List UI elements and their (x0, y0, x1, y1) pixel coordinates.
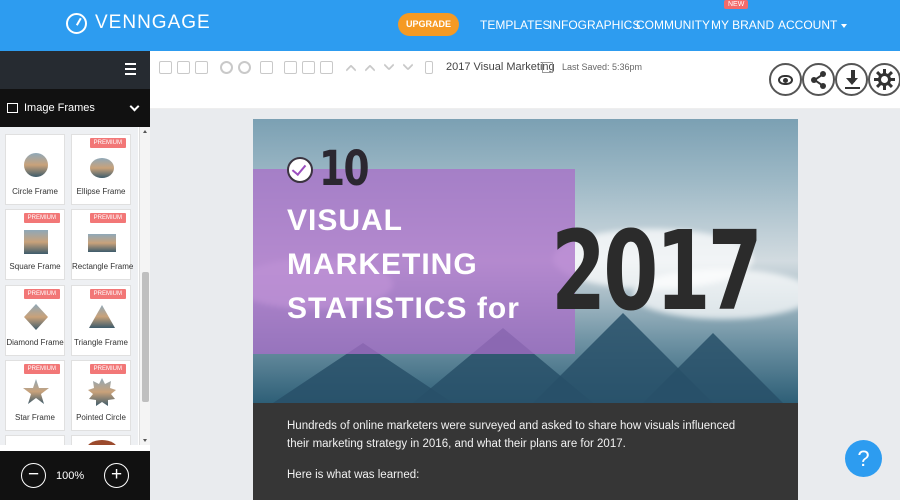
tile-label: Square Frame (9, 262, 61, 271)
checkmark-icon (291, 160, 307, 177)
zoom-in-button[interactable]: + (104, 463, 129, 488)
bring-to-front-icon[interactable] (345, 64, 357, 76)
bring-forward-icon[interactable] (364, 64, 376, 76)
tile-label: Rectangle Frame (72, 262, 134, 271)
image-frame-icon (7, 103, 18, 113)
copy-icon[interactable] (320, 61, 333, 74)
image-icon[interactable] (195, 61, 208, 74)
chevron-down-icon[interactable] (129, 101, 140, 111)
tile-partial[interactable] (5, 435, 65, 445)
scrollbar-thumb[interactable] (142, 272, 149, 402)
lock-icon[interactable] (284, 61, 297, 74)
tile-partial[interactable] (71, 435, 131, 445)
sidebar-scrollbar[interactable] (139, 127, 150, 445)
year-text[interactable]: 2017 (551, 207, 763, 335)
rename-icon[interactable] (542, 62, 553, 73)
logo-text: VENNGAGE (95, 12, 211, 33)
triangle-frame-thumbnail (89, 305, 115, 328)
editor-toolbar: 2017 Visual Marketing Last Saved: 5:36pm (150, 51, 900, 109)
headline-line: MARKETING (287, 248, 478, 281)
new-badge: NEW (724, 0, 749, 9)
tile-square-frame[interactable]: PREMIUM Square Frame (5, 209, 65, 280)
image-frames-panel-header[interactable]: Image Frames (0, 89, 150, 127)
preview-button[interactable] (769, 63, 802, 96)
tile-rectangle-frame[interactable]: PREMIUM Rectangle Frame (71, 209, 134, 280)
hamburger-menu-icon[interactable] (125, 63, 136, 75)
tile-label: Diamond Frame (6, 338, 64, 347)
edit-icon[interactable] (302, 61, 315, 74)
zoom-controls: − 100% + (0, 451, 150, 500)
frame-tile-grid: Circle Frame PREMIUM Ellipse Frame PREMI… (0, 127, 138, 445)
stat-count[interactable]: 10 (319, 141, 370, 197)
venngage-logo[interactable]: VENNGAGE (66, 12, 211, 34)
crop-icon[interactable] (260, 61, 273, 74)
eye-icon (778, 75, 793, 85)
partial-thumbnail (88, 440, 116, 445)
nav-templates[interactable]: TEMPLATES (480, 18, 550, 32)
tile-label: Pointed Circle (76, 413, 126, 422)
intro-text-block[interactable]: Hundreds of online marketers were survey… (253, 403, 798, 500)
tile-circle-frame[interactable]: Circle Frame (5, 134, 65, 205)
star-frame-thumbnail (23, 379, 49, 404)
zoom-out-button[interactable]: − (21, 463, 46, 488)
send-to-back-icon[interactable] (402, 59, 414, 71)
trash-icon[interactable] (425, 61, 433, 74)
scroll-down-arrow-icon[interactable] (143, 439, 147, 442)
settings-button[interactable] (868, 63, 900, 96)
intro-paragraph: Hundreds of online marketers were survey… (287, 420, 736, 450)
caret-down-icon (841, 23, 848, 28)
help-button[interactable]: ? (845, 440, 882, 477)
undo-icon[interactable] (220, 61, 233, 74)
tile-label: Circle Frame (12, 187, 58, 196)
tile-ellipse-frame[interactable]: PREMIUM Ellipse Frame (71, 134, 131, 205)
ellipse-frame-thumbnail (90, 158, 114, 178)
zoom-level: 100% (56, 470, 85, 482)
document-title[interactable]: 2017 Visual Marketing (446, 61, 555, 73)
pointed-circle-thumbnail (88, 378, 116, 406)
tile-diamond-frame[interactable]: PREMIUM Diamond Frame (5, 285, 65, 356)
upgrade-button[interactable]: UPGRADE (398, 13, 459, 36)
tile-label: Star Frame (14, 413, 55, 422)
headline-line: STATISTICS for (287, 292, 520, 325)
layers-icon[interactable] (177, 61, 190, 74)
venngage-logo-icon (66, 12, 87, 34)
rectangle-frame-thumbnail (88, 234, 116, 252)
sidebar-header (0, 51, 150, 89)
redo-icon[interactable] (238, 61, 251, 74)
left-sidebar: Image Frames Circle Frame PREMIUM Ellips… (0, 51, 150, 500)
tile-label: Triangle Frame (74, 338, 128, 347)
intro-followup: Here is what was learned: (287, 469, 420, 481)
checkmark-circle-icon[interactable] (287, 157, 313, 183)
nav-my-brand[interactable]: MY BRAND (711, 18, 774, 32)
nav-infographics[interactable]: INFOGRAPHICS (549, 18, 640, 32)
nav-account[interactable]: ACCOUNT (778, 18, 848, 32)
headline-line: VISUAL (287, 204, 404, 237)
tile-star-frame[interactable]: PREMIUM Star Frame (5, 360, 65, 431)
scroll-up-arrow-icon[interactable] (143, 130, 147, 133)
tile-triangle-frame[interactable]: PREMIUM Triangle Frame (71, 285, 131, 356)
nav-community[interactable]: COMMUNITY (636, 18, 710, 32)
tile-label: Ellipse Frame (76, 187, 126, 196)
tile-pointed-circle[interactable]: PREMIUM Pointed Circle (71, 360, 131, 431)
headline-text[interactable]: VISUAL MARKETING STATISTICS for (287, 199, 520, 331)
send-backward-icon[interactable] (383, 59, 395, 71)
circle-frame-thumbnail (24, 153, 48, 177)
share-button[interactable] (802, 63, 835, 96)
download-button[interactable] (835, 63, 868, 96)
flag-icon[interactable] (159, 61, 172, 74)
last-saved-status: Last Saved: 5:36pm (562, 62, 643, 72)
top-nav-bar: VENNGAGE UPGRADE TEMPLATES INFOGRAPHICS … (0, 0, 900, 51)
square-frame-thumbnail (24, 230, 48, 254)
panel-title: Image Frames (24, 102, 95, 114)
diamond-frame-thumbnail (24, 304, 48, 330)
nav-account-label: ACCOUNT (778, 18, 838, 32)
infographic-canvas[interactable]: 10 VISUAL MARKETING STATISTICS for 2017 … (253, 119, 798, 500)
